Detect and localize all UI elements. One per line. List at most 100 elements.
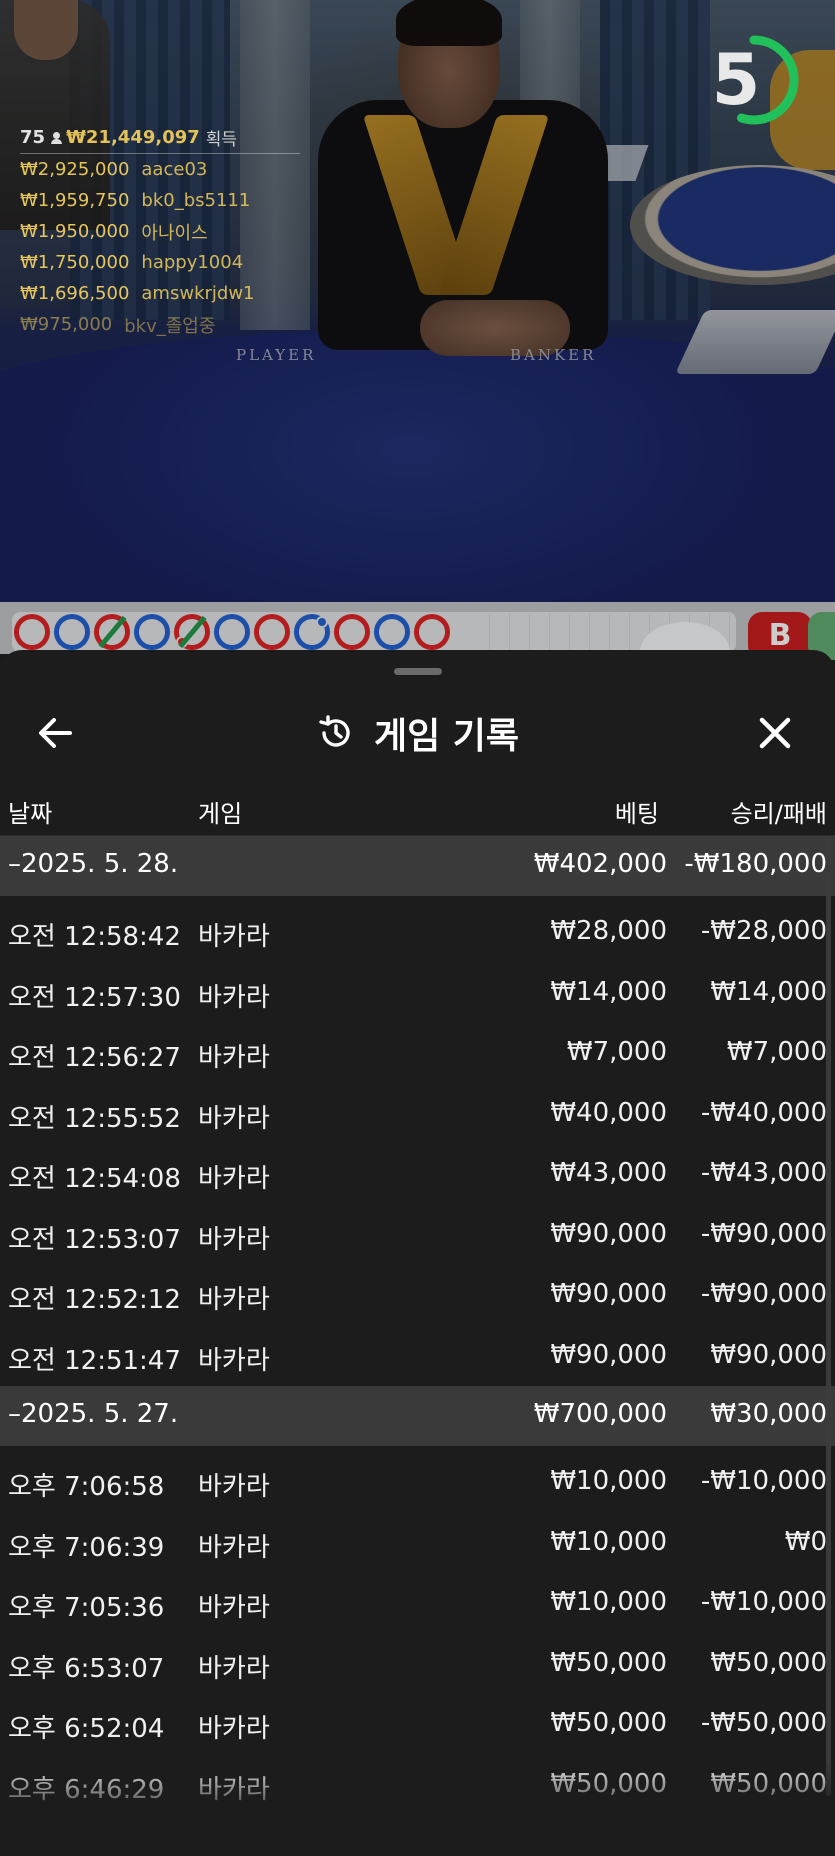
row-game: 바카라	[198, 1164, 270, 1194]
history-row[interactable]: 오후 6:46:29 바카라 ₩50,000 ₩50,000	[0, 1755, 835, 1816]
live-video: PLAYER BANKER 75 ₩21,449,097 획득 ₩2,925,0…	[0, 0, 835, 602]
bead-road-strip[interactable]: B	[0, 602, 835, 682]
row-result: -₩40,000	[700, 1097, 827, 1128]
column-header: 날짜 게임 베팅 승리/패배	[0, 780, 835, 836]
row-game: 바카라	[198, 1653, 270, 1684]
banker-bead	[414, 614, 450, 650]
row-game: 바카라	[198, 1593, 270, 1623]
game-history-sheet: 게임 기록 날짜 게임 베팅 승리/패배 –2025. 5. 28. ₩402,0…	[0, 650, 835, 1856]
date-group-row[interactable]: –2025. 5. 27. ₩700,000 ₩30,000	[0, 1386, 835, 1446]
col-date: 날짜	[8, 800, 53, 828]
winner-row: ₩975,000 bkv_졸업중	[20, 309, 300, 340]
winner-row: ₩1,959,750 bk0_bs5111	[20, 185, 300, 216]
winners-panel: 75 ₩21,449,097 획득 ₩2,925,000 aace03 ₩1,9…	[20, 124, 300, 340]
winner-row: ₩1,950,000 아나이스	[20, 216, 300, 247]
back-button[interactable]	[30, 708, 80, 758]
row-result: ₩14,000	[710, 976, 827, 1007]
row-time: 오전 12:54:08	[8, 1164, 181, 1194]
row-game: 바카라	[198, 922, 270, 952]
row-time: 오후 6:46:29	[8, 1774, 165, 1805]
winner-nickname: aace03	[141, 159, 208, 180]
winners-header: 75 ₩21,449,097 획득	[20, 124, 300, 154]
bet-countdown-timer: 5	[704, 30, 804, 130]
row-result: -₩10,000	[700, 1587, 827, 1617]
player-bead	[54, 614, 90, 650]
winner-amount: ₩1,696,500	[20, 283, 130, 304]
history-row[interactable]: 오전 12:57:30 바카라 ₩14,000 ₩14,000	[0, 963, 835, 1024]
row-bet: ₩28,000	[550, 916, 667, 946]
row-bet: ₩90,000	[550, 1218, 667, 1249]
row-bet: ₩50,000	[550, 1647, 667, 1678]
history-row[interactable]: 오전 12:52:12 바카라 ₩90,000 -₩90,000	[0, 1265, 835, 1326]
date-group-row[interactable]: –2025. 5. 28. ₩402,000 -₩180,000	[0, 836, 835, 896]
row-bet: ₩50,000	[550, 1708, 667, 1738]
row-bet: ₩10,000	[550, 1466, 667, 1496]
row-result: -₩10,000	[700, 1466, 827, 1496]
row-result: -₩90,000	[700, 1279, 827, 1309]
history-row[interactable]: 오후 7:06:58 바카라 ₩10,000 -₩10,000	[0, 1452, 835, 1513]
close-icon	[759, 717, 791, 749]
row-bet: ₩90,000	[550, 1279, 667, 1309]
winner-row: ₩1,750,000 happy1004	[20, 247, 300, 278]
group-bet-total: ₩402,000	[533, 849, 667, 879]
winners-total: ₩21,449,097	[66, 127, 200, 148]
winners-total-suffix: 획득	[205, 130, 238, 150]
sheet-drag-handle[interactable]	[394, 668, 442, 675]
row-bet: ₩14,000	[550, 976, 667, 1007]
history-row[interactable]: 오후 6:53:07 바카라 ₩50,000 ₩50,000	[0, 1634, 835, 1695]
person-icon	[51, 131, 63, 144]
history-row[interactable]: 오전 12:53:07 바카라 ₩90,000 -₩90,000	[0, 1205, 835, 1266]
row-time: 오전 12:52:12	[8, 1285, 181, 1315]
row-result: -₩90,000	[700, 1218, 827, 1249]
winner-nickname: happy1004	[141, 252, 244, 273]
winner-nickname: bkv_졸업중	[124, 315, 216, 337]
row-time: 오전 12:55:52	[8, 1103, 181, 1134]
row-result: ₩90,000	[710, 1339, 827, 1370]
row-result: ₩0	[784, 1526, 827, 1557]
group-date: –2025. 5. 28.	[8, 849, 179, 879]
scrollbar[interactable]	[826, 836, 831, 1796]
history-row[interactable]: 오후 7:05:36 바카라 ₩10,000 -₩10,000	[0, 1573, 835, 1634]
row-bet: ₩90,000	[550, 1339, 667, 1370]
history-row[interactable]: 오후 7:06:39 바카라 ₩10,000 ₩0	[0, 1513, 835, 1574]
row-time: 오전 12:51:47	[8, 1345, 181, 1376]
tie-bead	[174, 614, 210, 650]
countdown-number: 5	[711, 39, 761, 121]
winner-nickname: bk0_bs5111	[141, 190, 251, 211]
group-bet-total: ₩700,000	[533, 1399, 667, 1429]
arrow-left-icon	[39, 718, 72, 748]
winner-amount: ₩1,950,000	[20, 221, 130, 242]
row-time: 오후 6:53:07	[8, 1653, 165, 1684]
col-game: 게임	[198, 800, 243, 828]
group-date: –2025. 5. 27.	[8, 1399, 179, 1429]
row-bet: ₩10,000	[550, 1526, 667, 1557]
history-row[interactable]: 오전 12:51:47 바카라 ₩90,000 ₩90,000	[0, 1326, 835, 1387]
group-result-total: -₩180,000	[684, 849, 827, 879]
row-bet: ₩43,000	[550, 1158, 667, 1188]
history-row[interactable]: 오전 12:58:42 바카라 ₩28,000 -₩28,000	[0, 902, 835, 963]
history-row[interactable]: 오전 12:54:08 바카라 ₩43,000 -₩43,000	[0, 1144, 835, 1205]
row-result: ₩50,000	[710, 1647, 827, 1678]
row-game: 바카라	[198, 1224, 270, 1255]
winner-nickname: 아나이스	[141, 222, 208, 244]
row-game: 바카라	[198, 1345, 270, 1376]
history-row[interactable]: 오후 6:52:04 바카라 ₩50,000 -₩50,000	[0, 1694, 835, 1755]
row-bet: ₩10,000	[550, 1587, 667, 1617]
row-time: 오후 6:52:04	[8, 1714, 165, 1744]
row-time: 오후 7:06:58	[8, 1472, 165, 1502]
col-result: 승리/패배	[730, 800, 827, 828]
row-game: 바카라	[198, 1043, 270, 1073]
banker-bead	[254, 614, 290, 650]
row-time: 오전 12:58:42	[8, 922, 181, 952]
winner-amount: ₩975,000	[20, 314, 113, 335]
sheet-header: 게임 기록	[0, 690, 835, 776]
row-game: 바카라	[198, 1103, 270, 1134]
history-row[interactable]: 오전 12:56:27 바카라 ₩7,000 ₩7,000	[0, 1023, 835, 1084]
winner-row: ₩1,696,500 amswkrjdw1	[20, 278, 300, 309]
row-result: -₩50,000	[700, 1708, 827, 1738]
history-row[interactable]: 오전 12:55:52 바카라 ₩40,000 -₩40,000	[0, 1084, 835, 1145]
player-bead	[134, 614, 170, 650]
history-list[interactable]: –2025. 5. 28. ₩402,000 -₩180,000 오전 12:58:4…	[0, 836, 835, 1815]
col-bet: 베팅	[614, 800, 659, 828]
close-button[interactable]	[750, 708, 800, 758]
